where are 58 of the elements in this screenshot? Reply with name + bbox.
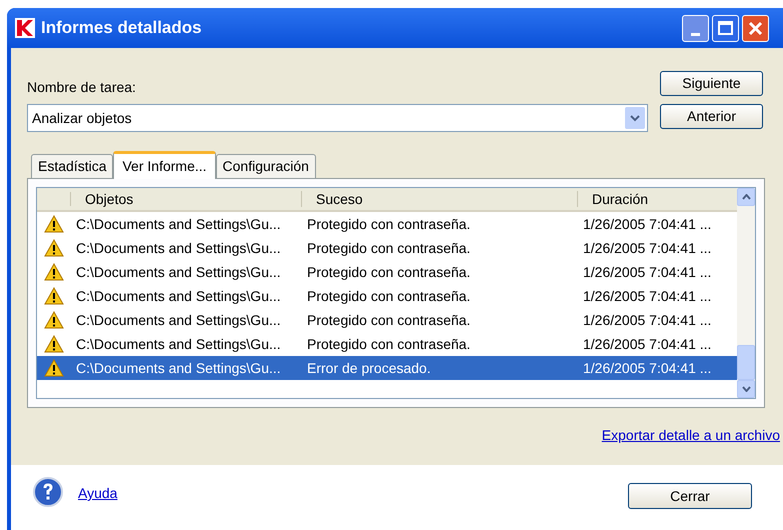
maximize-button[interactable] xyxy=(712,14,739,42)
scroll-thumb[interactable] xyxy=(737,345,755,380)
table-cell-text: 1/26/2005 7:04:41 ... xyxy=(582,262,712,282)
table-cell-text: C:\Documents and Settings\Gu... xyxy=(75,358,282,378)
help-link[interactable]: Ayuda xyxy=(78,483,118,504)
next-button[interactable]: Siguiente xyxy=(660,71,763,96)
table-cell-text: C:\Documents and Settings\Gu... xyxy=(75,262,282,282)
close-icon xyxy=(748,20,763,36)
previous-button[interactable]: Anterior xyxy=(660,104,763,129)
warning-icon xyxy=(44,263,64,281)
table-cell-text: C:\Documents and Settings\Gu... xyxy=(75,214,282,234)
table-row[interactable]: C:\Documents and Settings\Gu... Protegido con contraseña. 1/26/2005 7:04:41 ... xyxy=(37,308,737,332)
help-icon xyxy=(33,477,63,507)
warning-icon xyxy=(44,215,64,233)
table-cell-text: Protegido con contraseña. xyxy=(306,310,472,330)
table-cell-text: Protegido con contraseña. xyxy=(306,214,472,234)
table-cell-text: 1/26/2005 7:04:41 ... xyxy=(582,334,712,354)
table-cell-text: C:\Documents and Settings\Gu... xyxy=(75,310,282,330)
close-dialog-button[interactable]: Cerrar xyxy=(628,483,752,509)
table-cell-text: 1/26/2005 7:04:41 ... xyxy=(582,358,712,378)
caret-icon xyxy=(630,114,640,122)
export-link[interactable]: Exportar detalle a un archivo xyxy=(602,425,780,446)
warning-icon xyxy=(44,287,64,305)
table-row[interactable]: C:\Documents and Settings\Gu... Error de procesado. 1/26/2005 7:04:41 ... xyxy=(37,356,737,380)
warning-icon xyxy=(44,335,64,353)
column-header[interactable]: Objetos xyxy=(71,191,302,207)
tab[interactable]: Configuración xyxy=(216,154,316,178)
table-row[interactable]: C:\Documents and Settings\Gu... Protegido con contraseña. 1/26/2005 7:04:41 ... xyxy=(37,212,737,236)
table-cell-text: C:\Documents and Settings\Gu... xyxy=(75,286,282,306)
warning-icon xyxy=(44,359,64,377)
table-cell-text: Protegido con contraseña. xyxy=(306,286,472,306)
table-cell-text: Error de procesado. xyxy=(306,358,432,378)
task-label: Nombre de tarea: xyxy=(27,78,137,96)
table-cell-text: 1/26/2005 7:04:41 ... xyxy=(582,238,712,258)
warning-icon xyxy=(44,311,64,329)
column-header[interactable]: Suceso xyxy=(302,191,578,207)
table-row[interactable]: C:\Documents and Settings\Gu... Protegido con contraseña. 1/26/2005 7:04:41 ... xyxy=(37,260,737,284)
task-dropdown[interactable]: Analizar objetos xyxy=(27,104,648,132)
table-cell-text: Protegido con contraseña. xyxy=(306,334,472,354)
tab[interactable]: Estadística xyxy=(31,154,114,178)
table-cell-text: C:\Documents and Settings\Gu... xyxy=(75,238,282,258)
tab[interactable]: Ver Informe... xyxy=(113,151,216,179)
logo-icon xyxy=(15,18,35,38)
column-header[interactable]: Duración xyxy=(578,188,737,210)
scrollbar[interactable] xyxy=(737,188,755,398)
table-cell-text: Protegido con contraseña. xyxy=(306,262,472,282)
table-cell-text: Protegido con contraseña. xyxy=(306,238,472,258)
table-cell-text: C:\Documents and Settings\Gu... xyxy=(75,334,282,354)
table-row[interactable]: C:\Documents and Settings\Gu... Protegido con contraseña. 1/26/2005 7:04:41 ... xyxy=(37,284,737,308)
minimize-button[interactable] xyxy=(682,14,709,42)
table-cell-text: 1/26/2005 7:04:41 ... xyxy=(582,214,712,234)
warning-icon xyxy=(44,239,64,257)
table-row[interactable]: C:\Documents and Settings\Gu... Protegido con contraseña. 1/26/2005 7:04:41 ... xyxy=(37,332,737,356)
table-row[interactable]: C:\Documents and Settings\Gu... Protegido con contraseña. 1/26/2005 7:04:41 ... xyxy=(37,236,737,260)
close-button[interactable] xyxy=(742,14,769,42)
table-cell-text: 1/26/2005 7:04:41 ... xyxy=(582,286,712,306)
table-cell-text: 1/26/2005 7:04:41 ... xyxy=(582,310,712,330)
window-title: Informes detallados xyxy=(41,17,202,40)
